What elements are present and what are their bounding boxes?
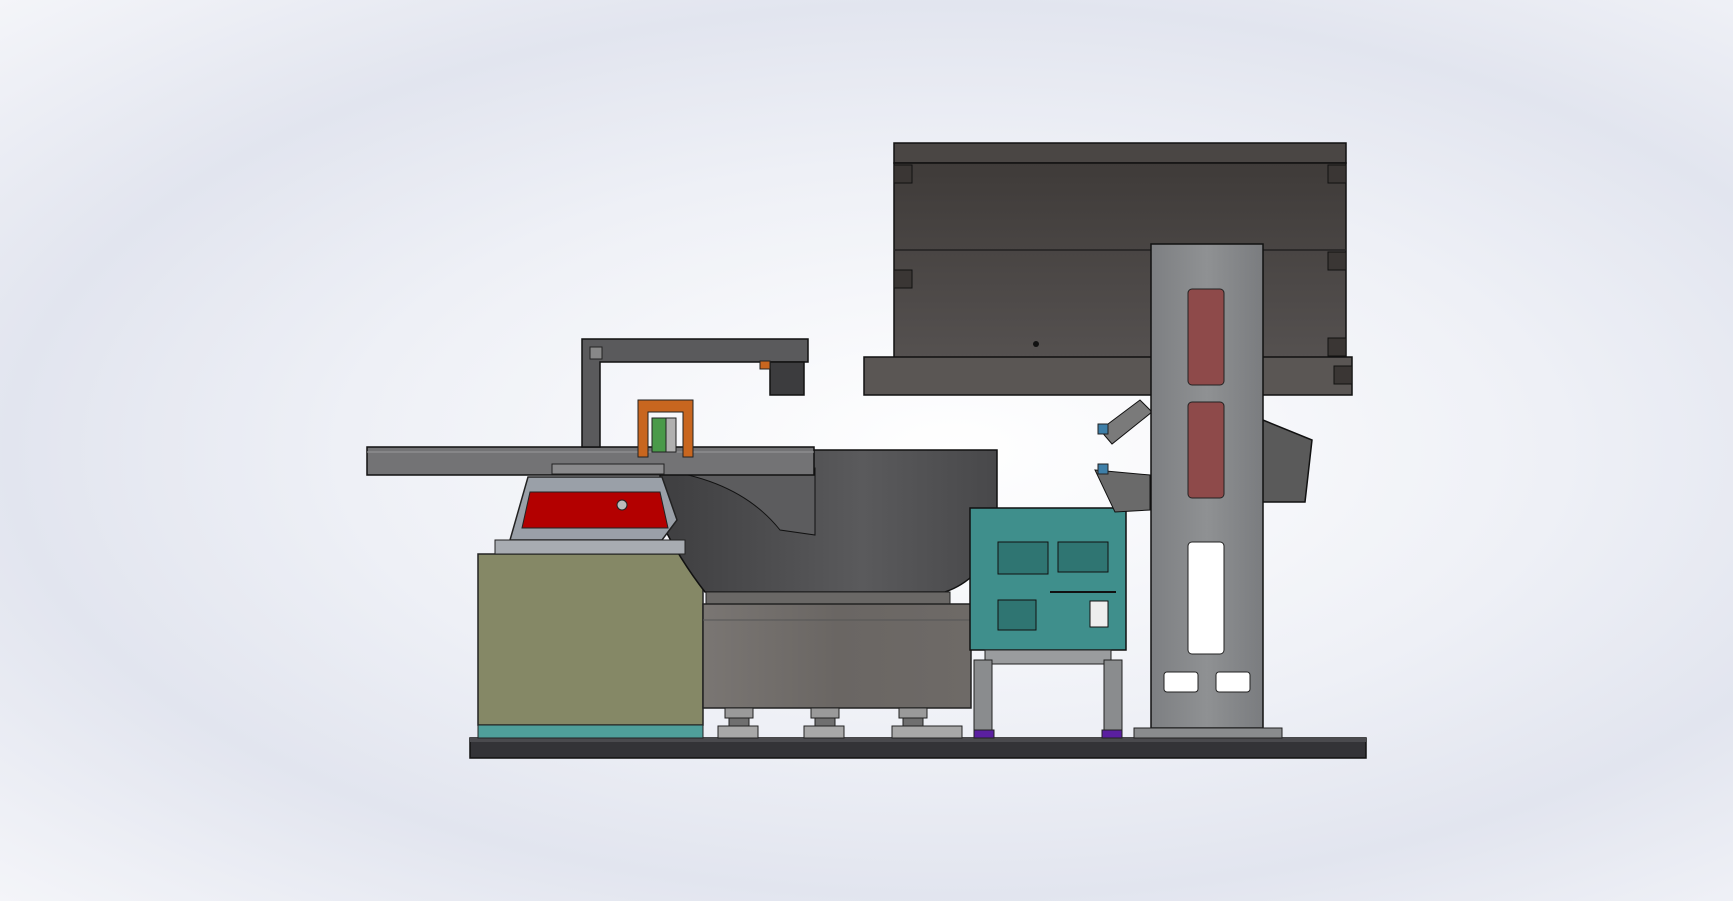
bowl-base: [702, 603, 972, 709]
hopper: [863, 142, 1353, 396]
linear-vibrator: [494, 465, 686, 555]
camera-sensor: [759, 360, 805, 396]
base-plate: [469, 737, 1367, 759]
controller-legs: [973, 659, 1123, 739]
controller-box: [969, 507, 1127, 665]
assembly-drawing: [366, 142, 1367, 759]
support-column: [1133, 243, 1283, 739]
cad-viewport[interactable]: [0, 0, 1733, 901]
orange-bracket: [637, 399, 694, 458]
electrical-cabinet: [477, 553, 704, 739]
linear-feeder-track: [366, 446, 815, 476]
bowl-feet: [717, 707, 963, 739]
